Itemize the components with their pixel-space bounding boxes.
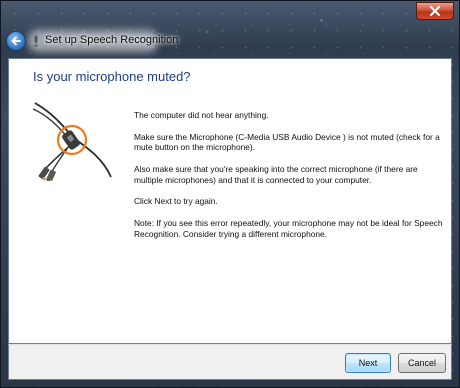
message-paragraph: Note: If you see this error repeatedly, … (134, 217, 443, 239)
message-paragraph: The computer did not hear anything. (134, 110, 269, 120)
microphone-icon (33, 35, 39, 47)
message-paragraph: Click Next to try again. (134, 196, 218, 207)
window-title: Set up Speech Recognition (45, 34, 179, 46)
close-icon (430, 6, 440, 16)
message-paragraph: Also make sure that you're speaking into… (134, 163, 418, 185)
page-heading: Is your microphone muted? (33, 69, 191, 84)
microphone-cable-illustration (32, 102, 112, 181)
message-body: The computer did not hear anything. Make… (134, 110, 444, 250)
button-bar: Next Cancel (8, 344, 452, 380)
back-arrow-icon (11, 36, 21, 46)
close-button[interactable] (416, 2, 454, 20)
next-button[interactable]: Next (345, 353, 391, 373)
message-paragraph: Make sure the Microphone (C-Media USB Au… (134, 131, 440, 153)
back-button[interactable] (6, 31, 26, 51)
content-panel: Is your microphone muted? The computer d… (8, 58, 452, 344)
cancel-button[interactable]: Cancel (398, 353, 446, 373)
